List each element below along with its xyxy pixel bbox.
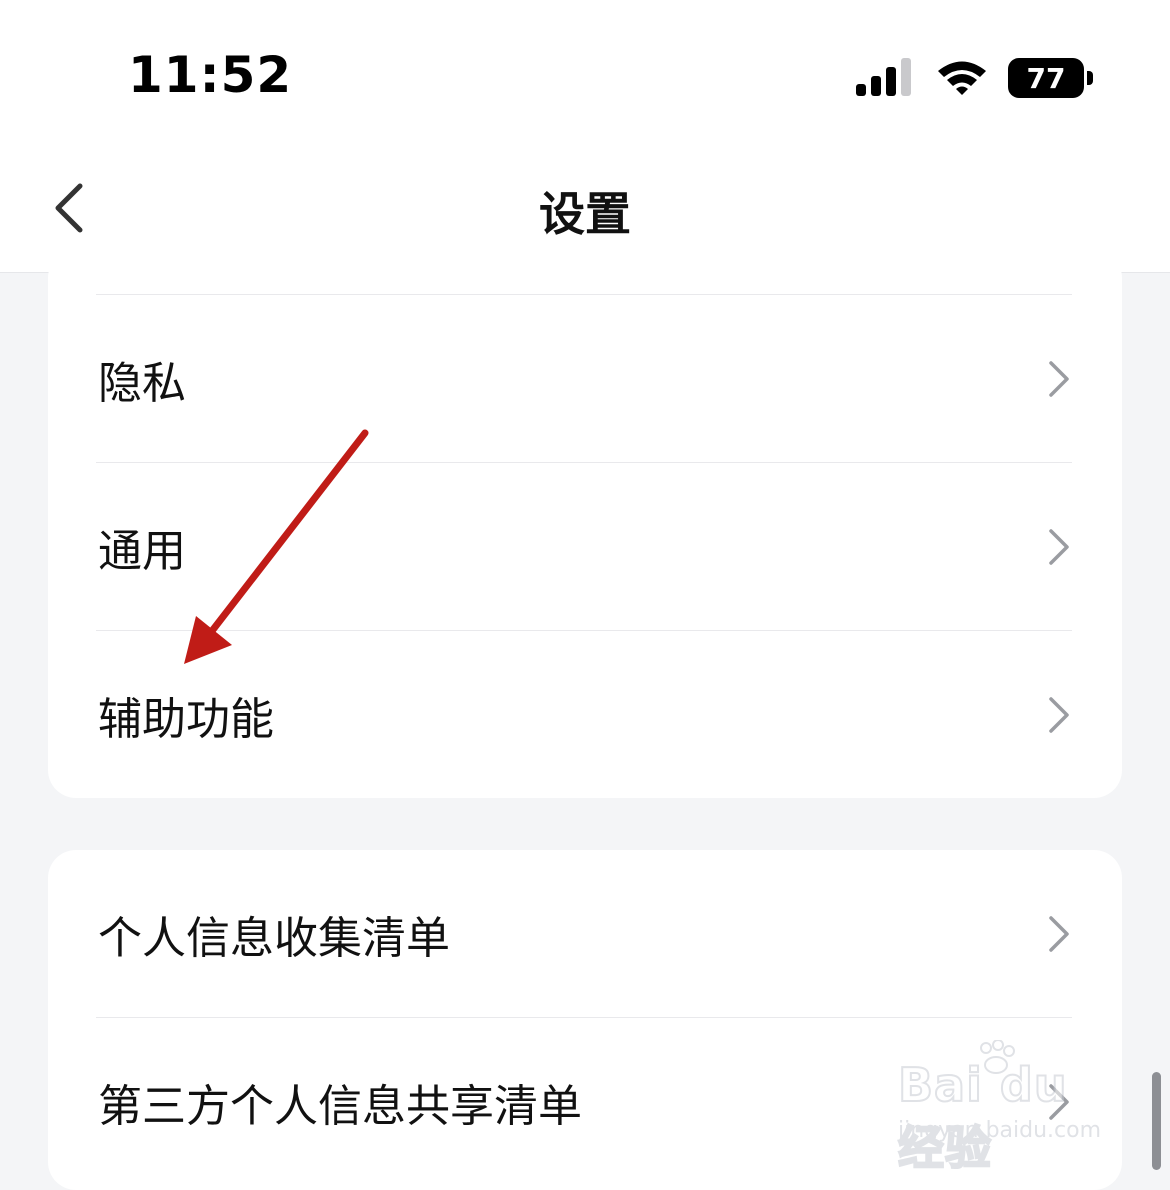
status-time: 11:52 bbox=[128, 46, 293, 104]
chevron-right-icon bbox=[1049, 916, 1069, 952]
settings-group-1: 隐私 通用 辅助功能 bbox=[48, 250, 1122, 798]
wifi-icon bbox=[938, 61, 986, 95]
settings-row-personal-info-collection[interactable]: 个人信息收集清单 bbox=[48, 850, 1122, 1018]
row-label: 辅助功能 bbox=[98, 694, 274, 745]
watermark-url: jingyan.baidu.com bbox=[898, 1118, 1102, 1143]
row-label: 通用 bbox=[98, 526, 186, 577]
page-title: 设置 bbox=[539, 187, 631, 241]
settings-row-accessibility[interactable]: 辅助功能 bbox=[48, 631, 1122, 799]
row-label: 第三方个人信息共享清单 bbox=[98, 1081, 582, 1132]
settings-row-privacy[interactable]: 隐私 bbox=[48, 295, 1122, 463]
battery-indicator: 77 bbox=[1008, 58, 1094, 98]
battery-cap-icon bbox=[1087, 71, 1093, 85]
scrollbar[interactable] bbox=[1152, 1072, 1161, 1170]
settings-row-general[interactable]: 通用 bbox=[48, 463, 1122, 631]
chevron-right-icon bbox=[1049, 697, 1069, 733]
row-label: 隐私 bbox=[98, 358, 186, 409]
row-label: 个人信息收集清单 bbox=[98, 913, 450, 964]
cellular-signal-icon bbox=[856, 58, 911, 96]
chevron-right-icon bbox=[1049, 361, 1069, 397]
baidu-watermark: Bai du 经验 jingyan.baidu.com bbox=[880, 1040, 1120, 1176]
chevron-right-icon bbox=[1049, 529, 1069, 565]
status-bar: 11:52 77 bbox=[0, 0, 1170, 140]
battery-level: 77 bbox=[1008, 58, 1084, 98]
